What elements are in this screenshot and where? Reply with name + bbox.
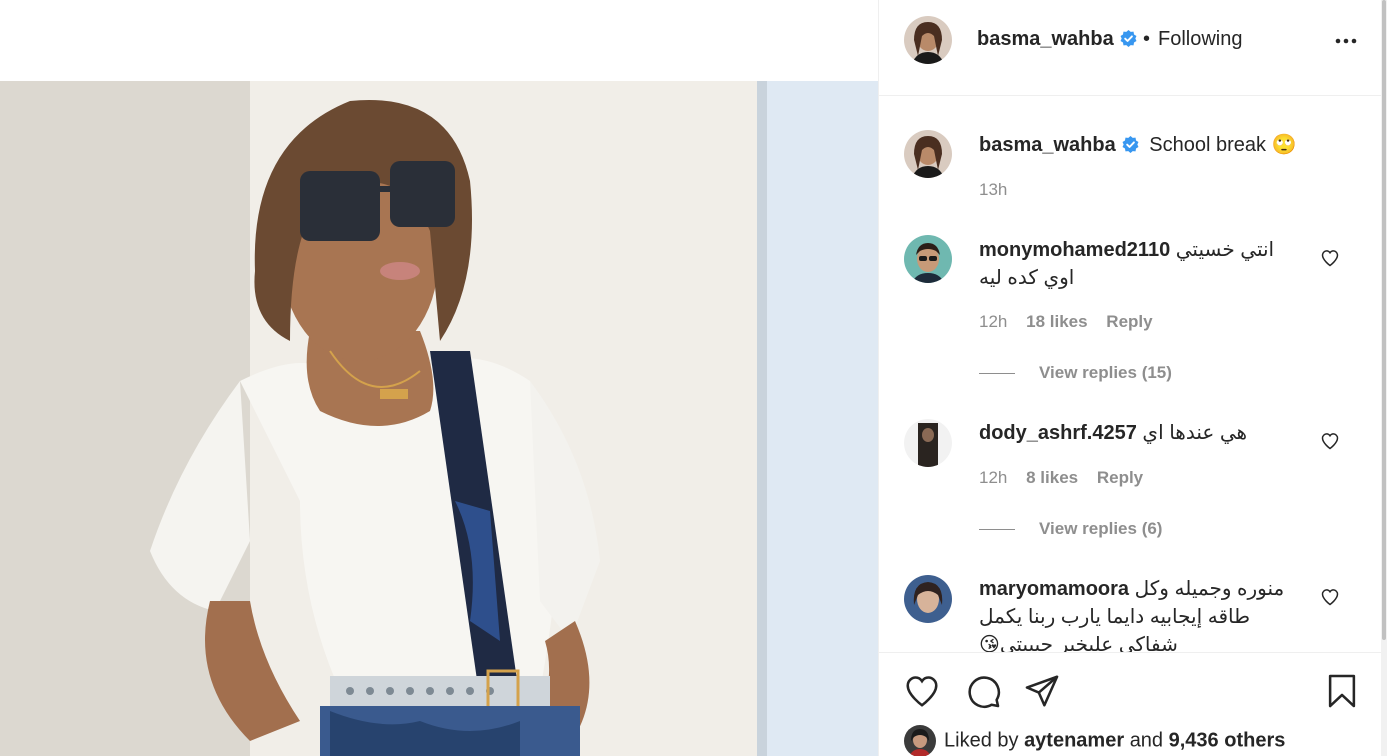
verified-badge-icon — [1122, 135, 1139, 154]
header-separator: • — [1143, 28, 1151, 50]
page-scrollbar[interactable] — [1381, 0, 1387, 756]
comment-like-heart-icon[interactable] — [1320, 248, 1340, 268]
caption-emoji: 🙄 — [1271, 134, 1297, 156]
comments-list: basma_wahba School break 🙄 13h monymoham… — [879, 97, 1382, 652]
comment-text: هي عندها اي — [1142, 422, 1248, 444]
comment: monymohamed2110 انتي خسيتي اوي كده ليه — [979, 236, 1299, 292]
verified-badge-icon — [1120, 29, 1137, 48]
view-replies-label[interactable]: View replies (15) — [1039, 363, 1172, 382]
liked-by-others[interactable]: 9,436 others — [1169, 729, 1286, 751]
comment-like-heart-icon[interactable] — [1320, 431, 1340, 451]
comment-bubble-icon[interactable] — [964, 672, 1002, 710]
likes-summary: Liked by aytenamer and 9,436 others — [904, 725, 1285, 756]
comment-username[interactable]: monymohamed2110 — [979, 239, 1170, 261]
comment-meta: 12h 18 likes Reply — [979, 312, 1167, 332]
view-replies-button[interactable]: View replies (6) — [979, 519, 1162, 539]
view-replies-label[interactable]: View replies (6) — [1039, 519, 1162, 538]
liked-by-prefix: Liked by — [944, 729, 1019, 752]
post-side-panel: basma_wahba • Following basma_wahba Scho… — [878, 0, 1382, 756]
post-actions-bar: Liked by aytenamer and 9,436 others — [879, 652, 1382, 756]
following-button[interactable]: Following — [1158, 28, 1242, 51]
comment: dody_ashrf.4257 هي عندها اي — [979, 419, 1309, 447]
replies-divider — [979, 529, 1015, 531]
comment-username[interactable]: dody_ashrf.4257 — [979, 422, 1137, 444]
caption-time[interactable]: 13h — [979, 180, 1007, 199]
bookmark-icon[interactable] — [1323, 672, 1361, 710]
caption-text: School break — [1149, 134, 1267, 156]
reply-button[interactable]: Reply — [1097, 468, 1143, 487]
heart-icon[interactable] — [903, 672, 941, 710]
comment-avatar[interactable] — [904, 419, 952, 467]
liked-by-connector: and — [1129, 729, 1164, 752]
comment: maryomamoora منوره وجميله وكل طاقه إيجاب… — [979, 575, 1304, 652]
comment-meta: 12h 8 likes Reply — [979, 468, 1157, 488]
post-header: basma_wahba • Following — [879, 0, 1382, 96]
caption-username[interactable]: basma_wahba — [979, 134, 1116, 156]
author-username[interactable]: basma_wahba — [977, 28, 1138, 51]
reply-button[interactable]: Reply — [1106, 312, 1152, 331]
author-avatar[interactable] — [904, 16, 952, 64]
comment-like-heart-icon[interactable] — [1320, 587, 1340, 607]
caption-meta: 13h — [979, 180, 1021, 200]
comment-avatar[interactable] — [904, 235, 952, 283]
comment-username[interactable]: maryomamoora — [979, 578, 1129, 600]
comment-time[interactable]: 12h — [979, 312, 1007, 331]
caption: basma_wahba School break 🙄 — [979, 131, 1359, 159]
liker-avatar[interactable] — [904, 725, 936, 756]
replies-divider — [979, 373, 1015, 375]
caption-author-avatar[interactable] — [904, 130, 952, 178]
comment-likes[interactable]: 18 likes — [1026, 312, 1087, 331]
comment-time[interactable]: 12h — [979, 468, 1007, 487]
feed-top-area — [0, 0, 878, 81]
scrollbar-thumb[interactable] — [1382, 0, 1386, 640]
view-replies-button[interactable]: View replies (15) — [979, 363, 1172, 383]
post-photo[interactable] — [0, 81, 878, 756]
paper-plane-icon[interactable] — [1023, 672, 1061, 710]
more-options-icon[interactable] — [1334, 33, 1358, 49]
liked-by-user[interactable]: aytenamer — [1024, 729, 1124, 751]
comment-avatar[interactable] — [904, 575, 952, 623]
post-photo-illustration — [0, 81, 878, 756]
comment-likes[interactable]: 8 likes — [1026, 468, 1078, 487]
author-username-text[interactable]: basma_wahba — [977, 28, 1114, 50]
